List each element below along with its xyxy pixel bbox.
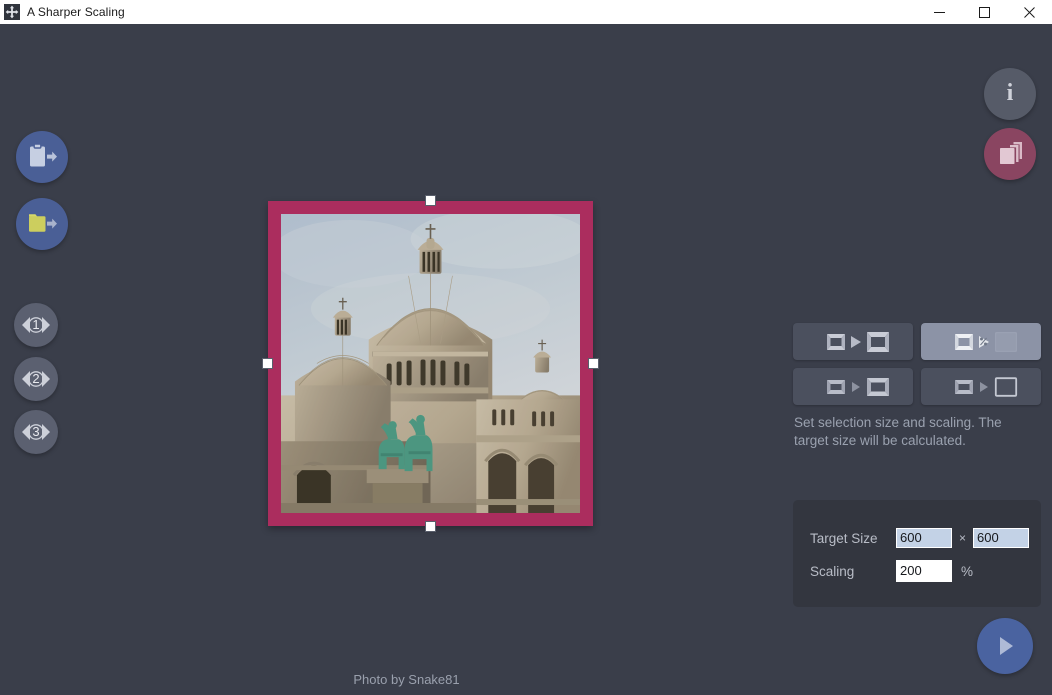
mode-button-group bbox=[793, 323, 1041, 405]
size-panel: Target Size × Scaling % bbox=[793, 500, 1041, 607]
app-window: A Sharper Scaling 1 2 3 i Photo by Snake… bbox=[0, 0, 1052, 695]
resize-handle-left[interactable] bbox=[262, 357, 273, 369]
mode-hint-text: Set selection size and scaling. The targ… bbox=[794, 415, 1002, 448]
target-height-input[interactable] bbox=[973, 528, 1030, 548]
width-to-square-icon bbox=[827, 377, 889, 396]
memory-slot-icon bbox=[22, 424, 50, 440]
info-icon: i bbox=[1006, 80, 1014, 106]
mode-fit-height-button[interactable] bbox=[921, 368, 1041, 405]
target-size-label: Target Size bbox=[810, 530, 878, 546]
small-to-large-square-icon bbox=[827, 331, 889, 352]
window-controls bbox=[917, 0, 1052, 24]
scaling-input[interactable] bbox=[896, 560, 952, 582]
folder-arrow-icon bbox=[29, 214, 57, 232]
scaling-row: Scaling % bbox=[810, 560, 973, 582]
mode-size-to-percent-button[interactable] bbox=[921, 323, 1041, 360]
minimize-button[interactable] bbox=[917, 0, 962, 24]
scaling-label: Scaling bbox=[810, 563, 855, 579]
sacre-coeur-photo bbox=[281, 214, 580, 513]
selection-frame[interactable] bbox=[262, 195, 599, 532]
workspace: 1 2 3 i Photo by Snake81 Set selection s… bbox=[0, 24, 1052, 695]
paste-from-clipboard-button[interactable] bbox=[16, 131, 68, 183]
resize-handle-top[interactable] bbox=[424, 195, 436, 206]
source-image[interactable] bbox=[281, 214, 580, 513]
memory-slot-2-button[interactable]: 2 bbox=[14, 357, 58, 401]
target-size-row: Target Size × bbox=[810, 528, 1030, 548]
photo-credit: Photo by Snake81 bbox=[353, 672, 460, 687]
window-title: A Sharper Scaling bbox=[27, 5, 125, 19]
memory-slot-icon bbox=[22, 317, 50, 333]
layers-icon bbox=[1000, 142, 1022, 164]
open-file-button[interactable] bbox=[16, 198, 68, 250]
title-bar: A Sharper Scaling bbox=[0, 0, 1052, 24]
mode-fit-width-button[interactable] bbox=[793, 368, 913, 405]
height-to-square-icon bbox=[955, 376, 1018, 397]
app-icon bbox=[4, 4, 20, 20]
compare-layers-button[interactable] bbox=[984, 128, 1036, 180]
resize-handle-right[interactable] bbox=[588, 357, 599, 369]
info-button[interactable]: i bbox=[984, 68, 1036, 120]
maximize-button[interactable] bbox=[962, 0, 1007, 24]
resize-handle-bottom[interactable] bbox=[424, 521, 436, 532]
close-button[interactable] bbox=[1007, 0, 1052, 24]
memory-slot-1-button[interactable]: 1 bbox=[14, 303, 58, 347]
clipboard-arrow-icon bbox=[30, 143, 57, 167]
percent-label: % bbox=[961, 563, 974, 579]
dimension-separator: × bbox=[959, 531, 967, 545]
play-icon bbox=[1000, 637, 1013, 655]
target-width-input[interactable] bbox=[896, 528, 952, 548]
memory-slot-3-button[interactable]: 3 bbox=[14, 410, 58, 454]
run-button[interactable] bbox=[977, 618, 1033, 674]
mode-size-to-size-button[interactable] bbox=[793, 323, 913, 360]
small-to-percent-square-icon bbox=[955, 331, 1017, 352]
memory-slot-icon bbox=[22, 371, 50, 387]
